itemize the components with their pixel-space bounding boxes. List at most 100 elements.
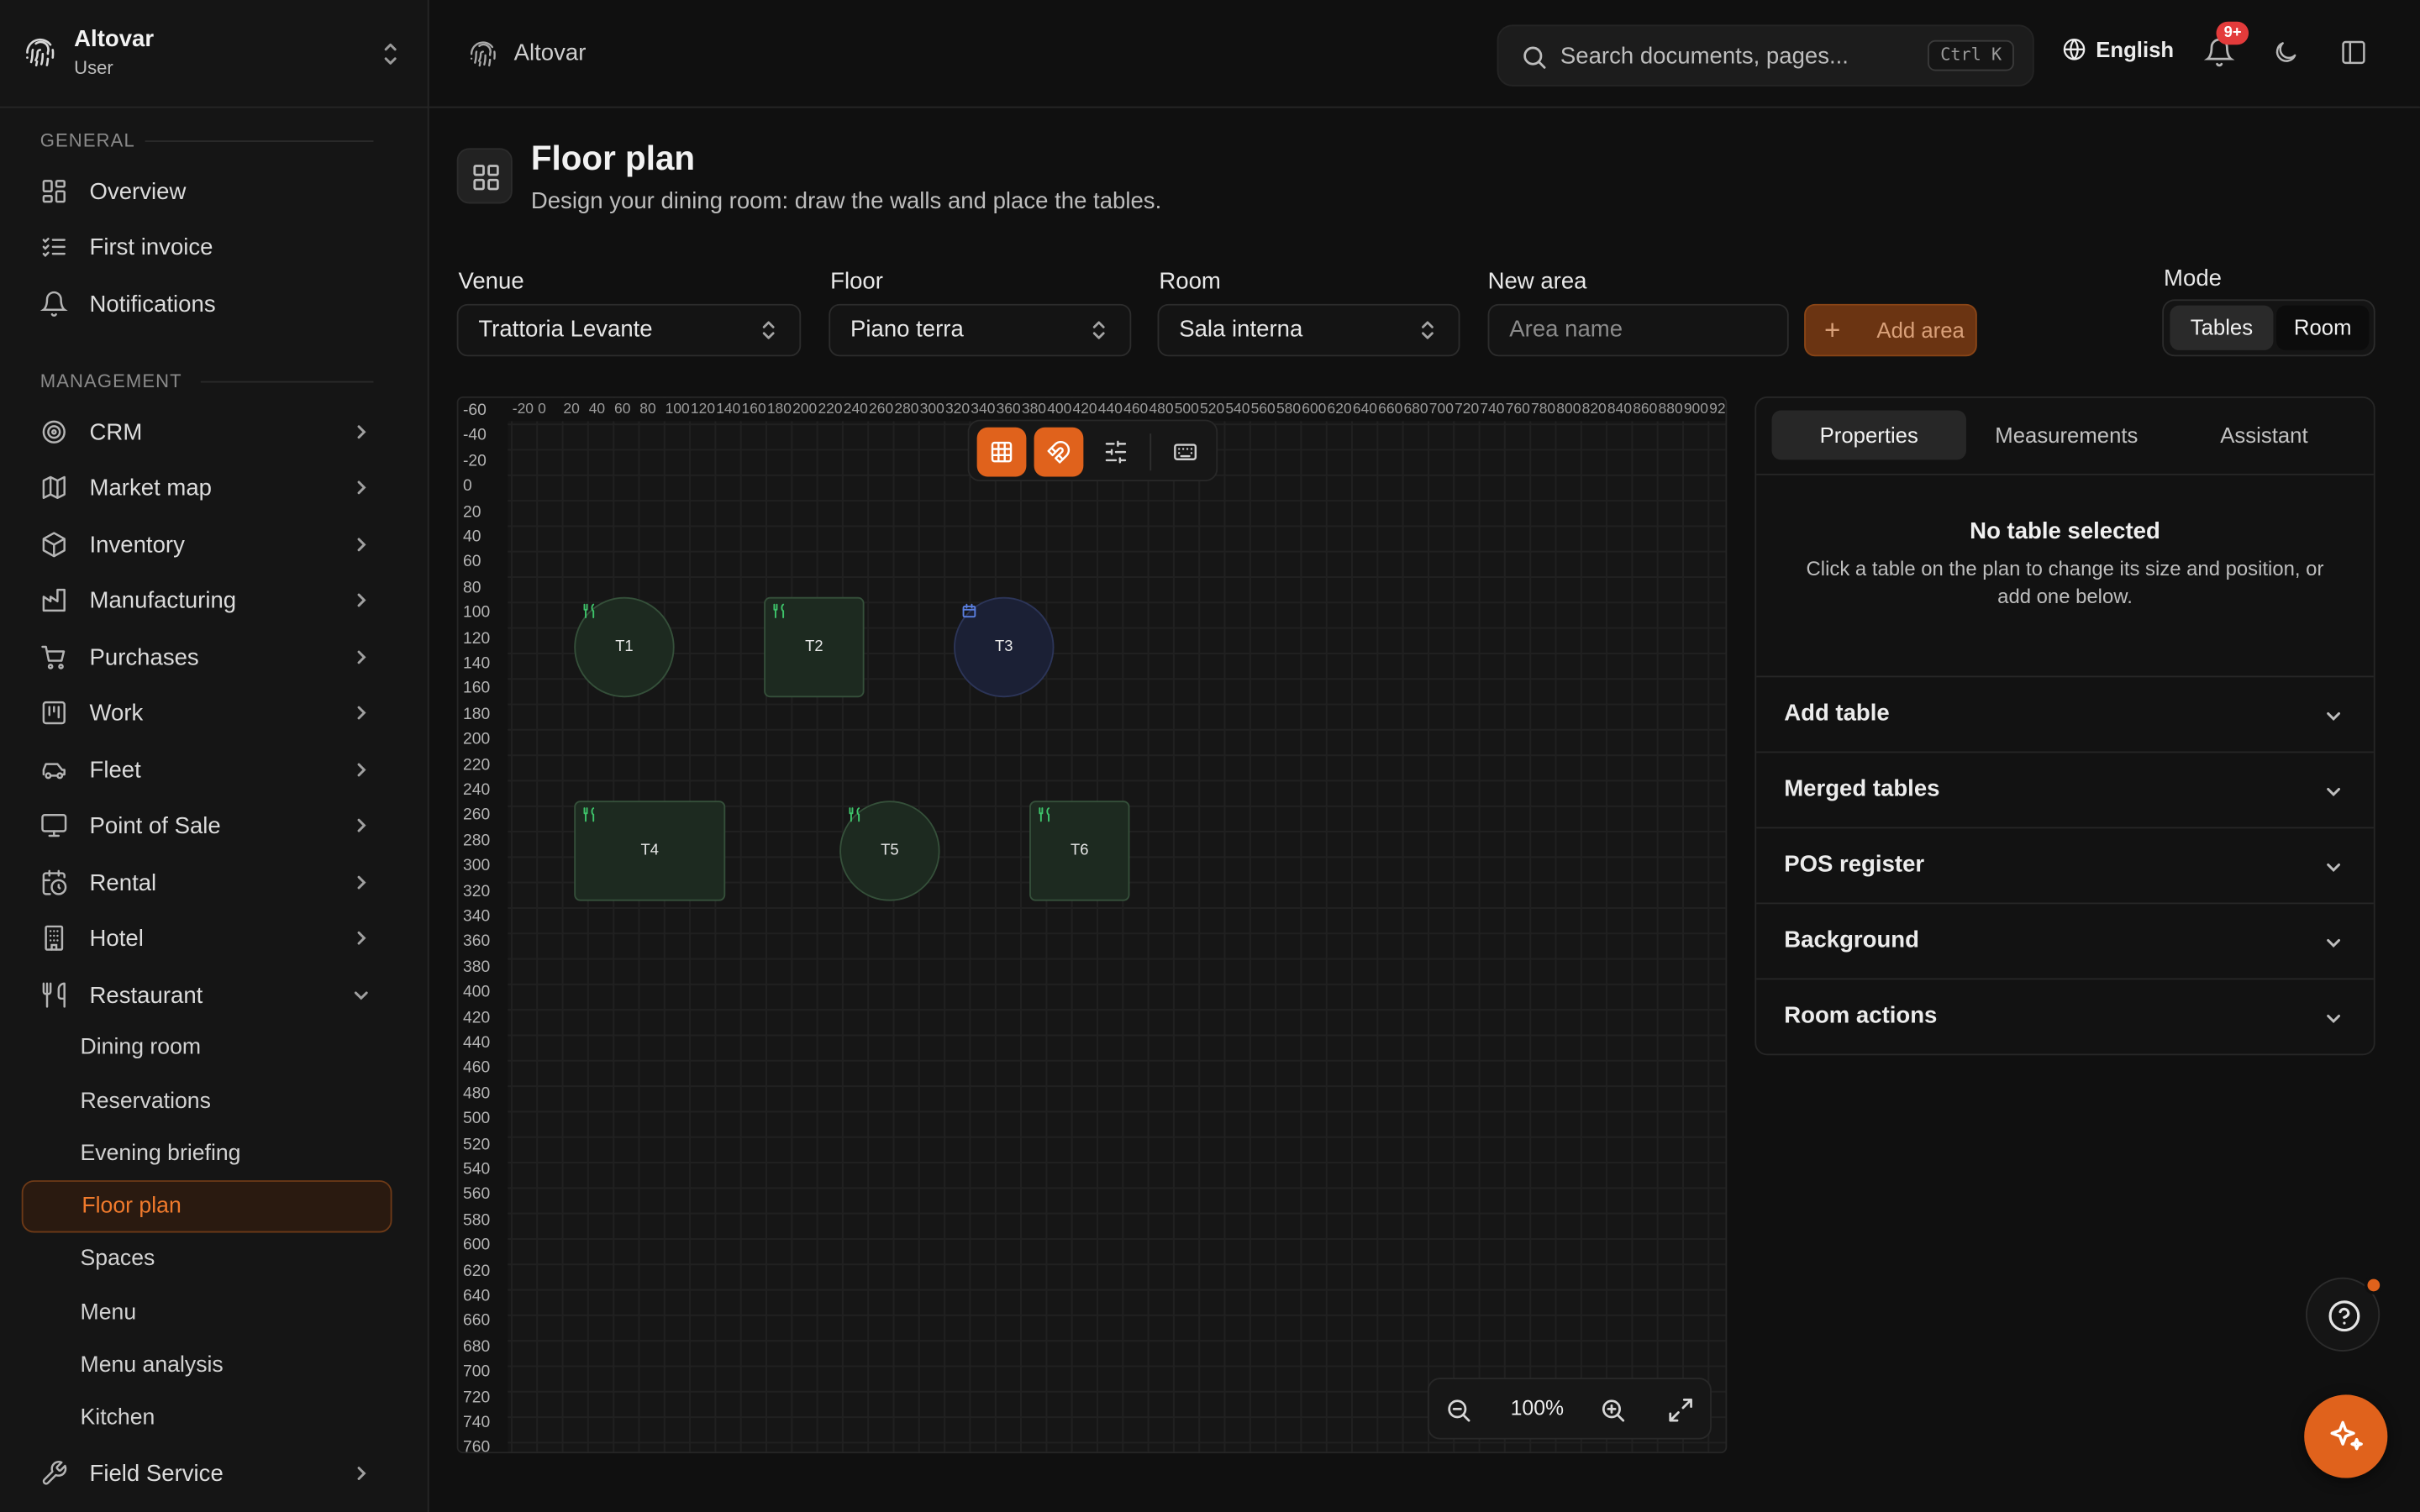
sidebar-subitem-spaces[interactable]: Spaces (22, 1233, 392, 1285)
sidebar-subitem-menu[interactable]: Menu (22, 1287, 392, 1339)
language-switcher[interactable]: English (2062, 37, 2174, 61)
sidebar-item-manufacturing[interactable]: Manufacturing (22, 574, 392, 626)
grid-toggle-button[interactable] (976, 427, 1027, 477)
sidebar-item-overview[interactable]: Overview (22, 165, 392, 218)
sidebar-subitem-dining-room[interactable]: Dining room (22, 1021, 392, 1074)
ruler-tick-label: 740 (463, 1413, 491, 1432)
floor-select[interactable]: Piano terra (829, 303, 1132, 357)
area-name-input[interactable]: Area name (1487, 303, 1789, 357)
language-label: English (2096, 37, 2175, 62)
room-select[interactable]: Sala interna (1157, 303, 1460, 357)
tab-assistant[interactable]: Assistant (2167, 411, 2361, 460)
ruler-tick-label: 700 (1428, 401, 1454, 418)
fullscreen-icon[interactable] (1667, 1396, 1695, 1424)
add-area-button[interactable]: + Add area (1804, 303, 1977, 357)
ruler-tick-label: 360 (463, 932, 491, 952)
snap-toggle-button[interactable] (1034, 427, 1084, 477)
table-t2[interactable]: T2 (764, 596, 865, 698)
sidebar-item-label: CRM (89, 418, 143, 445)
ruler-tick-label: 240 (843, 401, 868, 418)
chevron-down-icon (2327, 1014, 2340, 1023)
accordion-merged-tables[interactable]: Merged tables (1756, 751, 2374, 827)
ruler-tick-label: 160 (741, 401, 766, 418)
tab-properties[interactable]: Properties (1771, 410, 1966, 460)
ruler-tick-label: 100 (665, 401, 690, 418)
sidebar-item-rental[interactable]: Rental (22, 856, 392, 908)
page-title: Floor plan (530, 139, 696, 178)
ruler-tick-label: 560 (1250, 401, 1276, 418)
keyboard-shortcuts-button[interactable] (1160, 428, 1210, 477)
floor-plan-canvas[interactable]: -60-40-200204060801001201401601802002202… (456, 396, 1728, 1454)
help-button[interactable] (2306, 1275, 2383, 1352)
sidebar-item-hotel[interactable]: Hotel (22, 911, 392, 963)
sidebar-item-label: Fleet (89, 756, 141, 784)
accordion-room-actions[interactable]: Room actions (1756, 978, 2374, 1053)
sidebar-item-restaurant[interactable]: Restaurant (22, 969, 392, 1021)
ruler-tick-label: -20 (463, 451, 487, 470)
ruler-tick-label: 540 (1225, 401, 1250, 418)
accordion-pos-register[interactable]: POS register (1756, 827, 2374, 902)
accordion-add-table[interactable]: Add table (1756, 675, 2374, 751)
sparkles-icon (2330, 1420, 2363, 1451)
sidebar-item-first-invoice[interactable]: First invoice (22, 221, 392, 273)
table-t1[interactable]: T1 (574, 596, 675, 698)
sidebar-item-label: Work (89, 699, 144, 727)
breadcrumb-app[interactable]: Altovar (514, 40, 587, 66)
sidebar-item-crm[interactable]: CRM (22, 406, 392, 458)
zoom-out-icon[interactable] (1444, 1396, 1472, 1424)
sidebar-item-point-of-sale[interactable]: Point of Sale (22, 799, 392, 851)
ruler-tick-label: 680 (1403, 401, 1428, 418)
table-label: T5 (881, 842, 899, 860)
accordion-label: Background (1784, 927, 1919, 954)
ruler-tick-label: 520 (463, 1135, 491, 1154)
monitor-icon (41, 813, 67, 837)
sidebar-subitem-floor-plan[interactable]: Floor plan (21, 1180, 392, 1233)
sidebar-item-work[interactable]: Work (22, 686, 392, 738)
ruler-tick-label: 580 (463, 1210, 491, 1230)
table-t6[interactable]: T6 (1029, 801, 1130, 901)
accordion-background[interactable]: Background (1756, 902, 2374, 978)
empty-state-title: No table selected (1970, 518, 2160, 545)
table-t5[interactable]: T5 (839, 801, 940, 901)
sidebar-subitem-kitchen[interactable]: Kitchen (22, 1392, 392, 1444)
table-t4[interactable]: T4 (574, 801, 726, 901)
venue-select[interactable]: Trattoria Levante (456, 303, 802, 357)
sidebar-item-notifications[interactable]: Notifications (22, 278, 392, 330)
ruler-tick-label: 60 (463, 553, 481, 572)
ruler-tick-label: 40 (588, 401, 606, 418)
sidebar-item-label: Market map (89, 474, 213, 501)
mode-tables-button[interactable]: Tables (2170, 305, 2274, 350)
sidebar-subitem-evening-briefing[interactable]: Evening briefing (22, 1128, 392, 1180)
mode-room-button[interactable]: Room (2276, 305, 2370, 350)
sidebar-item-purchases[interactable]: Purchases (22, 631, 392, 683)
sidebar-toggle-icon[interactable] (2339, 39, 2367, 66)
sidebar-item-fleet[interactable]: Fleet (22, 743, 392, 795)
ruler-tick-label: 740 (1480, 401, 1505, 418)
ruler-tick-label: 880 (1658, 401, 1683, 418)
table-t3[interactable]: T3 (954, 596, 1055, 698)
ruler-tick-label: 260 (869, 401, 894, 418)
search-shortcut: Ctrl K (1928, 39, 2014, 71)
sidebar-item-market-map[interactable]: Market map (22, 461, 392, 513)
venue-label: Venue (458, 268, 524, 295)
tab-measurements[interactable]: Measurements (1970, 411, 2164, 460)
sidebar-subitem-reservations[interactable]: Reservations (22, 1075, 392, 1127)
sidebar-item-inventory[interactable]: Inventory (22, 518, 392, 570)
ruler-tick-label: 820 (1581, 401, 1607, 418)
ruler-tick-label: 640 (463, 1286, 491, 1305)
chevron-right-icon (357, 875, 366, 890)
adjustments-button[interactable] (1092, 428, 1141, 477)
zoom-in-icon[interactable] (1599, 1396, 1627, 1424)
ai-assistant-button[interactable] (2304, 1394, 2388, 1478)
ruler-tick-label: 780 (1531, 401, 1556, 418)
sidebar-item-field-service[interactable]: Field Service (22, 1447, 392, 1499)
help-circle-icon (2328, 1300, 2360, 1332)
ruler-tick-label: 220 (818, 401, 843, 418)
sidebar-subitem-menu-analysis[interactable]: Menu analysis (22, 1339, 392, 1391)
workspace-switcher[interactable]: Altovar User (0, 0, 429, 108)
ruler-tick-label: 340 (971, 401, 996, 418)
search-input[interactable]: Search documents, pages... Ctrl K (1497, 24, 2034, 87)
mode-label: Mode (2164, 265, 2222, 292)
moon-icon[interactable] (2272, 39, 2300, 66)
ruler-tick-label: 200 (463, 730, 491, 749)
